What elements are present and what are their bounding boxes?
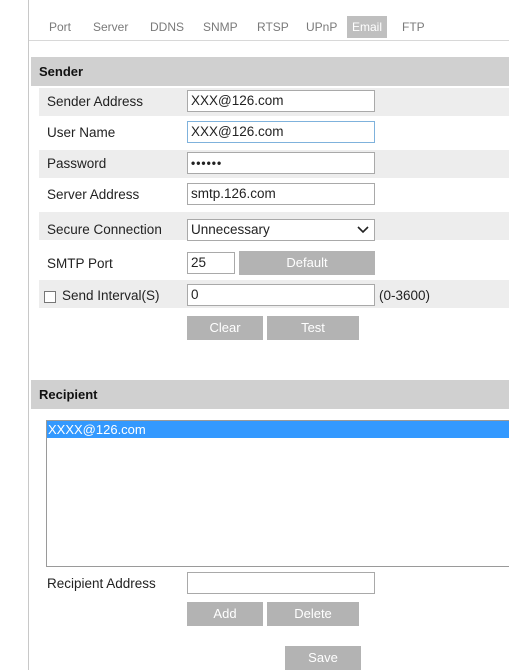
user-name-label: User Name [47, 125, 116, 140]
server-address-label: Server Address [47, 187, 140, 202]
tab-email[interactable]: Email [347, 16, 388, 38]
save-button[interactable]: Save [285, 646, 361, 670]
tab-ftp[interactable]: FTP [402, 16, 425, 38]
delete-button[interactable]: Delete [267, 602, 359, 626]
list-item[interactable]: XXXX@126.com [47, 421, 509, 438]
default-button[interactable]: Default [239, 251, 375, 275]
recipient-address-label: Recipient Address [47, 576, 156, 591]
sender-address-label: Sender Address [47, 94, 144, 109]
secure-connection-value: Unnecessary [191, 222, 270, 237]
tab-port[interactable]: Port [49, 16, 71, 38]
password-input[interactable]: •••••• [187, 152, 375, 174]
sender-address-input[interactable]: XXX@126.com [187, 90, 375, 112]
email-settings-panel: Port Server DDNS SNMP RTSP UPnP Email FT… [28, 0, 509, 670]
settings-tab-bar: Port Server DDNS SNMP RTSP UPnP Email FT… [29, 14, 509, 41]
user-name-input[interactable]: XXX@126.com [187, 121, 375, 143]
secure-connection-label: Secure Connection [47, 222, 162, 237]
tab-snmp[interactable]: SNMP [203, 16, 238, 38]
smtp-port-label: SMTP Port [47, 256, 113, 271]
recipient-address-input[interactable] [187, 572, 375, 594]
tab-rtsp[interactable]: RTSP [257, 16, 289, 38]
chevron-down-icon [357, 226, 369, 234]
send-interval-input[interactable]: 0 [187, 284, 375, 306]
send-interval-label: Send Interval(S) [62, 288, 160, 303]
smtp-port-input[interactable]: 25 [187, 252, 235, 274]
clear-button[interactable]: Clear [187, 316, 263, 340]
recipient-section-header: Recipient [31, 380, 509, 409]
send-interval-range: (0-3600) [379, 288, 431, 303]
tab-ddns[interactable]: DDNS [150, 16, 184, 38]
secure-connection-select[interactable]: Unnecessary [187, 219, 375, 241]
add-button[interactable]: Add [187, 602, 263, 626]
sender-section-header: Sender [31, 57, 509, 86]
recipient-list[interactable]: XXXX@126.com [46, 420, 509, 567]
tab-server[interactable]: Server [93, 16, 128, 38]
tab-upnp[interactable]: UPnP [306, 16, 337, 38]
test-button[interactable]: Test [267, 316, 359, 340]
checkbox-icon[interactable] [44, 291, 56, 303]
server-address-input[interactable]: smtp.126.com [187, 183, 375, 205]
password-label: Password [47, 156, 107, 171]
